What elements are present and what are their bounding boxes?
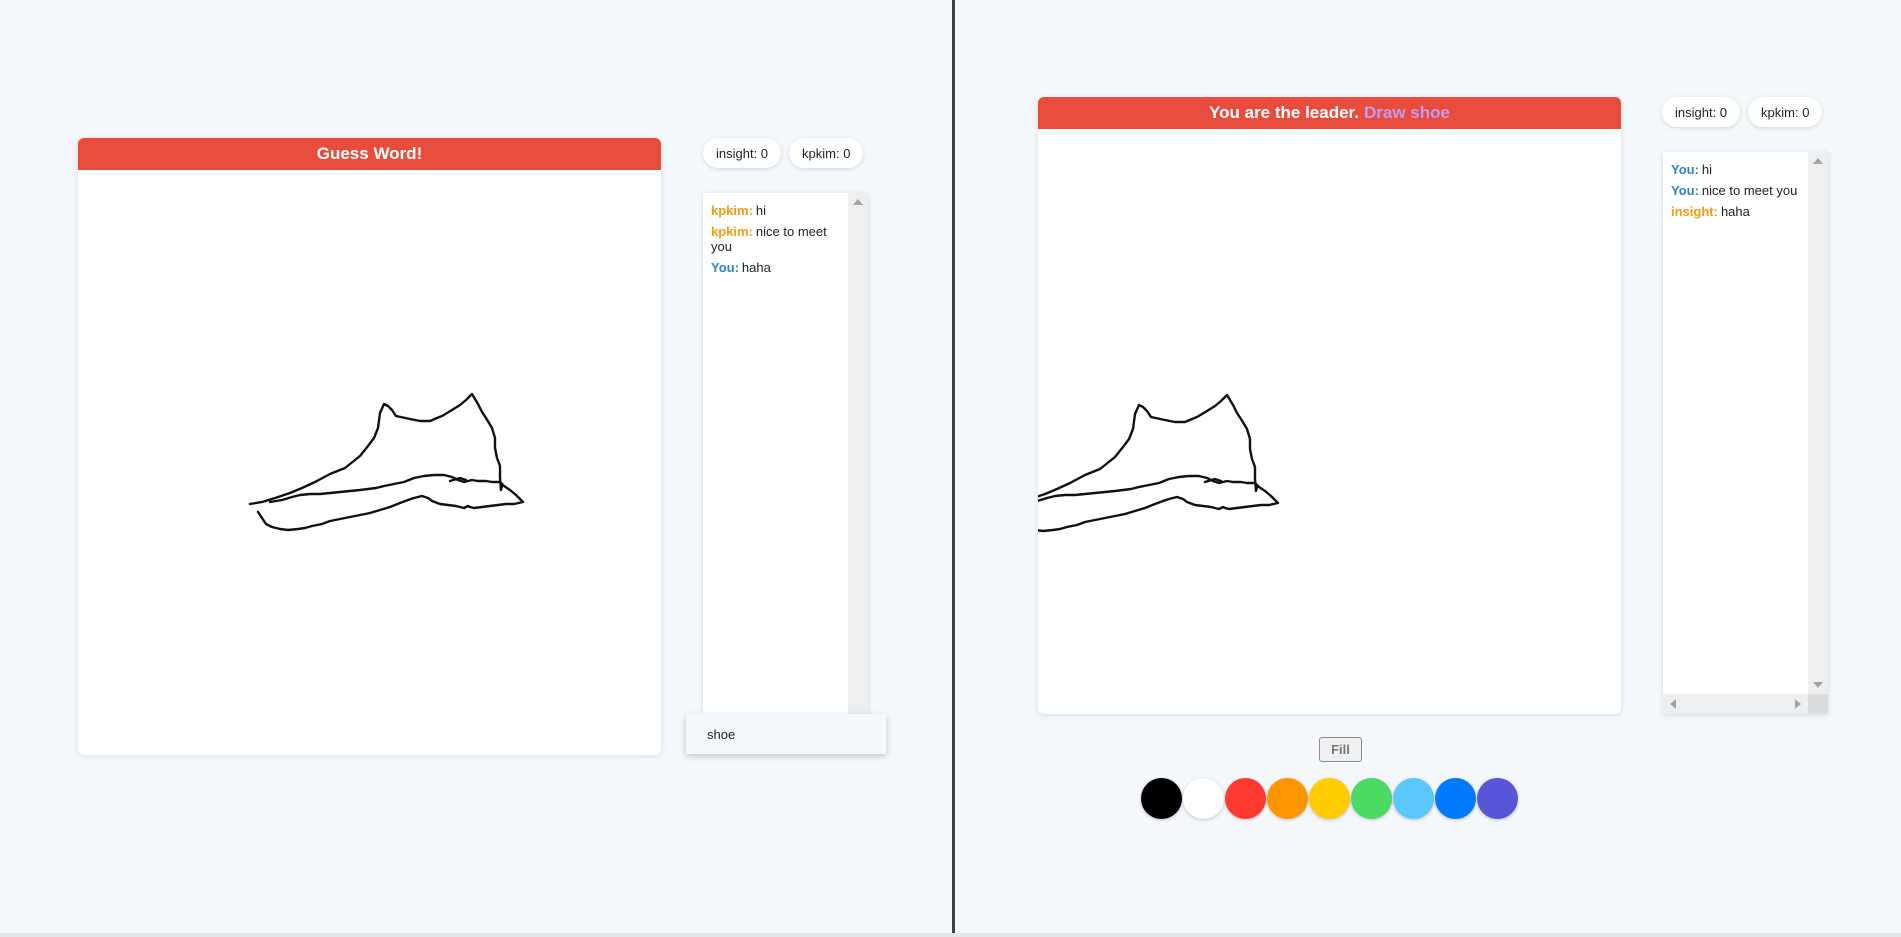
score-kpkim: kpkim: 0 [1748, 97, 1823, 127]
chat-message: You: haha [711, 260, 840, 275]
chat-sender: You: [711, 260, 739, 275]
leader-scoreboard: insight: 0 kpkim: 0 [1662, 97, 1823, 127]
chat-text: haha [1720, 204, 1750, 219]
leader-header: You are the leader. Draw shoe [1038, 97, 1621, 129]
color-swatch-white[interactable] [1183, 778, 1224, 819]
scroll-right-arrow-icon[interactable] [1795, 699, 1801, 709]
chat-sender: You: [1671, 162, 1699, 177]
guesser-header: Guess Word! [78, 138, 661, 170]
color-swatch-purple[interactable] [1477, 778, 1518, 819]
fill-button[interactable]: Fill [1319, 737, 1362, 762]
chat-sender: insight: [1671, 204, 1718, 219]
chat-message: You: nice to meet you [1671, 183, 1800, 198]
guess-input[interactable] [686, 714, 886, 754]
color-swatch-black[interactable] [1141, 778, 1182, 819]
color-swatch-green[interactable] [1351, 778, 1392, 819]
chat-text: hi [1701, 162, 1713, 177]
split-divider [952, 0, 955, 937]
chat-sender: You: [1671, 183, 1699, 198]
scroll-up-arrow-icon[interactable] [853, 199, 863, 205]
leader-header-title: You are the leader. [1209, 103, 1359, 122]
leader-chat-scrollbar-horizontal[interactable] [1663, 694, 1808, 714]
leader-board: You are the leader. Draw shoe [1038, 97, 1621, 714]
scroll-up-arrow-icon[interactable] [1813, 158, 1823, 164]
scroll-down-arrow-icon[interactable] [1813, 682, 1823, 688]
leader-chat-panel: You: hi You: nice to meet you insight: haha [1663, 152, 1828, 714]
color-swatch-blue[interactable] [1435, 778, 1476, 819]
score-insight: insight: 0 [703, 138, 782, 168]
chat-message: insight: haha [1671, 204, 1800, 219]
scrollbar-corner [1808, 694, 1828, 714]
guesser-header-title: Guess Word! [316, 144, 423, 163]
chat-text: haha [741, 260, 771, 275]
shoe-drawing [1038, 393, 1280, 533]
scroll-left-arrow-icon[interactable] [1670, 699, 1676, 709]
chat-message: kpkim: nice to meet you [711, 224, 840, 254]
guesser-chat-scrollbar[interactable] [848, 193, 868, 714]
chat-text: hi [755, 203, 767, 218]
color-swatch-light-blue[interactable] [1393, 778, 1434, 819]
chat-message: kpkim: hi [711, 203, 840, 218]
guesser-canvas [248, 392, 525, 532]
leader-target-word: Draw shoe [1363, 103, 1450, 122]
guesser-scoreboard: insight: 0 kpkim: 0 [703, 138, 864, 168]
score-kpkim: kpkim: 0 [789, 138, 864, 168]
guesser-chat-panel: kpkim: hi kpkim: nice to meet you You: haha [703, 193, 868, 714]
leader-chat-messages: You: hi You: nice to meet you insight: haha [1663, 152, 1808, 694]
guesser-chat-messages: kpkim: hi kpkim: nice to meet you You: haha [703, 193, 848, 714]
leader-canvas[interactable] [1038, 129, 1621, 714]
score-insight: insight: 0 [1662, 97, 1741, 127]
chat-message: You: hi [1671, 162, 1800, 177]
chat-text: nice to meet you [1701, 183, 1798, 198]
leader-chat-scrollbar-vertical[interactable] [1808, 152, 1828, 694]
chat-sender: kpkim: [711, 224, 753, 239]
color-palette [1141, 778, 1518, 819]
chat-sender: kpkim: [711, 203, 753, 218]
bottom-edge [0, 933, 1901, 937]
color-swatch-orange[interactable] [1267, 778, 1308, 819]
color-swatch-yellow[interactable] [1309, 778, 1350, 819]
guesser-board: Guess Word! [78, 138, 661, 755]
shoe-drawing [248, 392, 525, 532]
color-swatch-red[interactable] [1225, 778, 1266, 819]
